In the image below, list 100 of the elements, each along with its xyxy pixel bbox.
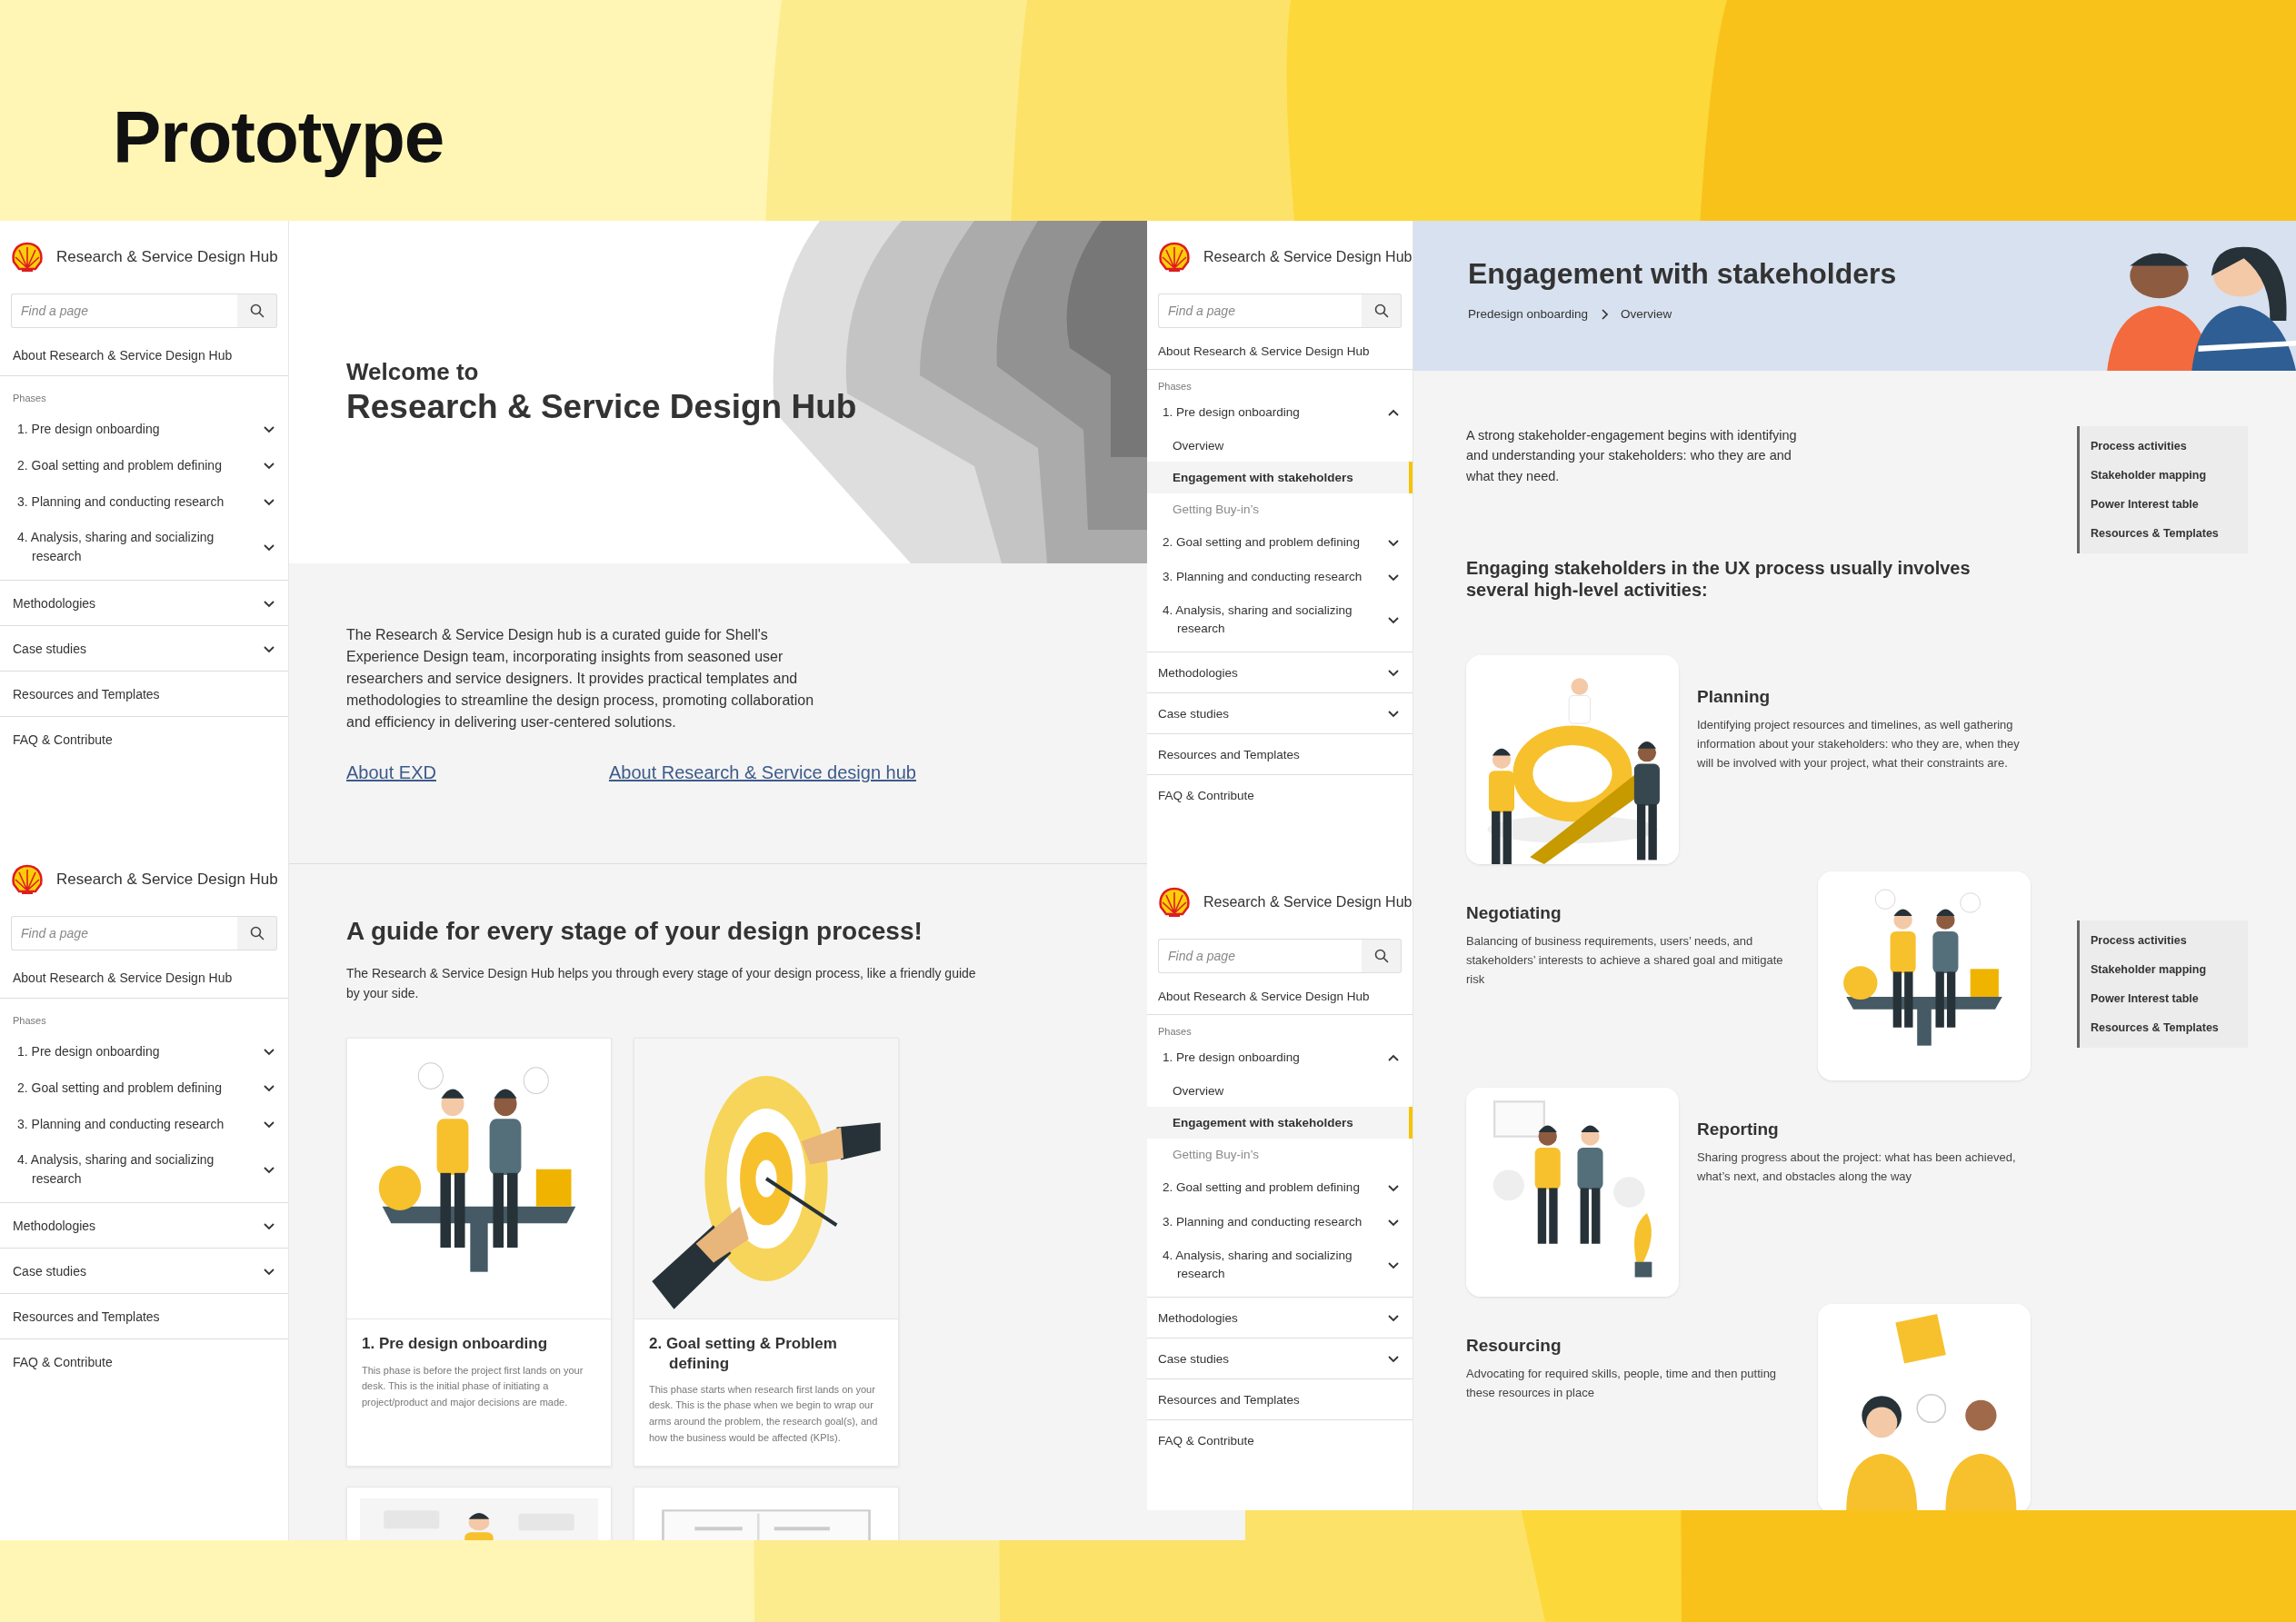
chevron-down-icon (263, 542, 275, 552)
toc-link[interactable]: Resources & Templates (2080, 1013, 2248, 1042)
toc-link[interactable]: Stakeholder mapping (2080, 461, 2248, 490)
section-paragraph: The Research & Service Design Hub helps you through every stage of your design process, like a friendly guide by your side. (346, 965, 977, 1002)
nav-item[interactable]: 2. Goal setting and problem defining (0, 1070, 288, 1106)
phase-card[interactable]: 1. Pre design onboarding This phase is before the project first lands on your desk. This is the initial phase of initiating a project/product and major decisions are made. (346, 1038, 612, 1468)
chevron-down-icon (263, 461, 275, 470)
chevron-down-icon (1387, 1183, 1400, 1192)
activity-description: Advocating for required skills, people, time and then putting these resources in place (1466, 1366, 1778, 1402)
nav-item[interactable]: 4. Analysis, sharing and socializing research (0, 1142, 288, 1197)
activity-title: Negotiating (1466, 903, 1562, 924)
nav-item[interactable]: 4. Analysis, sharing and socializing research (0, 520, 288, 574)
nav-item[interactable]: 1. Pre design onboarding (0, 1033, 288, 1070)
slide-title: Prototype (113, 95, 444, 179)
chevron-down-icon (263, 1165, 275, 1174)
chevron-down-icon (1387, 668, 1400, 677)
activity-title: Planning (1697, 687, 1772, 708)
nav-item[interactable]: Getting Buy-in’s (1147, 493, 1413, 525)
shell-logo-icon (1158, 242, 1191, 273)
nav-item[interactable]: Methodologies (0, 1203, 288, 1249)
breadcrumb-link[interactable]: Overview (1621, 307, 1672, 321)
text-link[interactable]: About EXD (346, 762, 436, 783)
chevron-up-icon (1387, 1053, 1400, 1062)
nav-link[interactable]: About Research & Service Design Hub (1147, 973, 1413, 1015)
nav-item[interactable]: Resources and Templates (0, 672, 288, 717)
chevron-down-icon (263, 1083, 275, 1092)
nav-item[interactable]: FAQ & Contribute (0, 1339, 288, 1384)
nav-item[interactable]: Methodologies (1147, 1297, 1413, 1338)
chevron-down-icon (1387, 709, 1400, 718)
nav-item[interactable]: 3. Planning and conducting research (0, 1106, 288, 1142)
phase-card[interactable] (634, 1038, 899, 1468)
site-title: Research & Service Design Hub (1203, 249, 1413, 265)
nav-item[interactable]: Case studies (1147, 1338, 1413, 1379)
section-label: Phases (1157, 1025, 1193, 1039)
nav-item[interactable]: 3. Planning and conducting research (1147, 1205, 1413, 1239)
toc-link[interactable]: Power Interest table (2080, 984, 2248, 1013)
chevron-down-icon (263, 1119, 275, 1129)
nav-item[interactable]: Case studies (0, 626, 288, 672)
nav-item[interactable]: 1. Pre design onboarding (0, 411, 288, 447)
nav-item[interactable]: Case studies (0, 1249, 288, 1294)
nav-item[interactable]: FAQ & Contribute (0, 717, 288, 761)
activity-description: Identifying project resources and timelines, as well gathering information about your stakeholders: who they are, when they will be involved with your project, what their constraints are. (1697, 717, 2021, 771)
activity-title: Reporting (1697, 1119, 1780, 1140)
chevron-down-icon (1387, 1218, 1400, 1227)
toc-link[interactable]: Resources & Templates (2080, 519, 2248, 548)
chevron-down-icon (1387, 1354, 1400, 1363)
nav-item[interactable]: 3. Planning and conducting research (1147, 560, 1413, 594)
chevron-down-icon (263, 599, 275, 608)
nav-item[interactable]: Overview (1147, 430, 1413, 462)
chevron-down-icon (263, 1221, 275, 1230)
toc-link[interactable]: Stakeholder mapping (2080, 955, 2248, 984)
chevron-down-icon (1387, 572, 1400, 582)
chevron-down-icon (1387, 1260, 1400, 1269)
nav-item[interactable]: Engagement with stakeholders (1147, 462, 1413, 493)
nav-item[interactable]: Case studies (1147, 692, 1413, 734)
text-link[interactable]: About Research & Service design hub (608, 762, 916, 783)
chevron-up-icon (1387, 408, 1400, 417)
nav-item[interactable]: 2. Goal setting and problem defining (1147, 1170, 1413, 1205)
nav-item[interactable]: Getting Buy-in’s (1147, 1139, 1413, 1170)
nav-item[interactable]: Resources and Templates (1147, 1378, 1413, 1420)
nav-item[interactable]: 3. Planning and conducting research (0, 483, 288, 520)
nav-item[interactable]: Methodologies (0, 581, 288, 626)
nav-item[interactable]: 1. Pre design onboarding (1147, 1040, 1413, 1075)
nav-item[interactable]: Overview (1147, 1075, 1413, 1107)
shell-logo-icon (11, 242, 44, 273)
nav-item[interactable]: Engagement with stakeholders (1147, 1107, 1413, 1139)
card-title: 1. Pre design onboarding (362, 1334, 549, 1354)
site-title: Research & Service Design Hub (56, 248, 278, 266)
site-title: Research & Service Design Hub (1203, 894, 1413, 911)
breadcrumb-link[interactable]: Predesign onboarding (1468, 307, 1589, 321)
card-title: 2. Goal setting & Problem defining (649, 1334, 838, 1373)
chevron-right-icon (1601, 308, 1609, 320)
toc-link[interactable]: Process activities (2080, 432, 2248, 461)
nav-item[interactable]: 1. Pre design onboarding (1147, 395, 1413, 430)
chevron-down-icon (263, 1047, 275, 1056)
card-description: This phase is before the project first lands on your desk. This is the initial phase of initiating a project/product and major decisions are made. (362, 1363, 584, 1409)
nav-item[interactable]: 2. Goal setting and problem defining (0, 447, 288, 483)
page-heading: Engagement with stakeholders (1468, 257, 1897, 291)
nav-link[interactable]: About Research & Service Design Hub (0, 950, 288, 999)
nav-item[interactable]: Resources and Templates (0, 1294, 288, 1339)
nav-item[interactable]: Resources and Templates (1147, 733, 1413, 775)
chevron-down-icon (263, 1267, 275, 1276)
nav-item[interactable]: Methodologies (1147, 652, 1413, 693)
nav-link[interactable]: About Research & Service Design Hub (0, 328, 288, 376)
intro-paragraph: The Research & Service Design hub is a curated guide for Shell's Experience Design team, incorporating insights from seasoned user researchers and service designers. It provides practical templates and methodologies to streamline the design process, promoting collaboration and efficiency in delivering user-centered solutions. (346, 626, 815, 731)
nav-item[interactable]: 2. Goal setting and problem defining (1147, 525, 1413, 560)
section-label: Phases (12, 392, 47, 405)
shell-logo-icon (1158, 887, 1191, 918)
nav-item[interactable]: 4. Analysis, sharing and socializing research (1147, 594, 1413, 646)
intro-paragraph: A strong stakeholder-engagement begins with identifying and understanding your stakeholders: who they are and what they need. (1466, 427, 1798, 485)
activity-description: Sharing progress about the project: what has been achieved, what’s next, and obstacles along the way (1697, 1149, 2017, 1186)
nav-item[interactable]: 4. Analysis, sharing and socializing research (1147, 1239, 1413, 1291)
nav-link[interactable]: About Research & Service Design Hub (1147, 328, 1413, 370)
toc-link[interactable]: Process activities (2080, 926, 2248, 955)
toc-link[interactable]: Power Interest table (2080, 490, 2248, 519)
chevron-down-icon (1387, 615, 1400, 624)
section-heading: Engaging stakeholders in the UX process usually involves several high-level activities: (1466, 557, 1972, 602)
section-label: Phases (1157, 380, 1193, 393)
nav-item[interactable]: FAQ & Contribute (1147, 774, 1413, 815)
nav-item[interactable]: FAQ & Contribute (1147, 1419, 1413, 1460)
